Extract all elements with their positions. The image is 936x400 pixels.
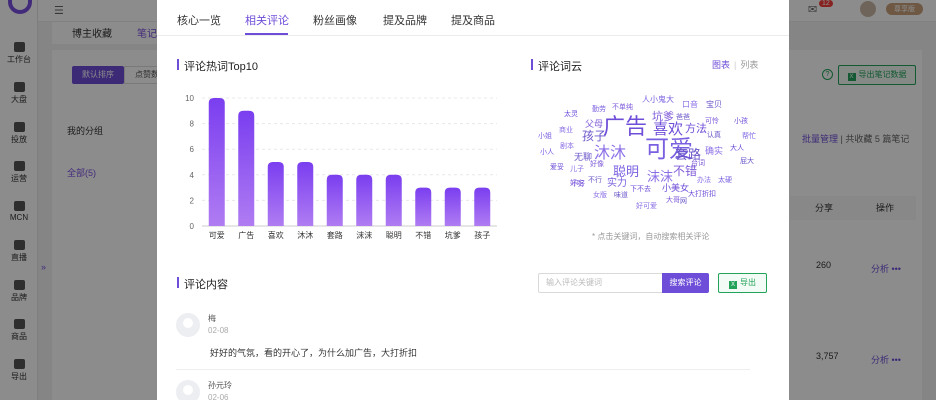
word-cloud-word[interactable]: 可怜 [705,118,719,125]
word-cloud-title: 评论词云 [531,58,582,74]
word-cloud-word[interactable]: 口音 [682,101,698,109]
word-cloud-word[interactable]: 办法 [697,177,711,184]
x-tick-label: 孩子 [474,230,490,240]
x-tick-label: 坑爹 [445,230,461,240]
word-cloud-word[interactable]: 台词 [691,160,705,167]
word-cloud-word[interactable]: 人小鬼大 [642,96,674,104]
word-cloud-word[interactable]: 聪明 [613,165,639,178]
word-cloud-word[interactable]: 沫沫 [647,170,673,183]
view-switch: 图表 | 列表 [712,60,759,70]
bar-喜欢[interactable] [267,162,284,226]
search-comments-button[interactable]: 搜索评论 [662,273,709,293]
bar-不错[interactable] [415,187,432,226]
word-cloud-word[interactable]: 不行 [588,177,602,184]
comment-author: 孙元玲 [208,381,232,390]
word-cloud-word[interactable]: 大哥 [666,197,680,204]
comments-title: 评论内容 [177,276,228,292]
x-tick-label: 广告 [238,230,254,240]
comment-search-input[interactable]: 输入评论关键词 [538,273,663,293]
tab-related-comments[interactable]: 相关评论 [245,12,289,28]
word-cloud-hint: * 点击关键词，自动搜索相关评论 [592,232,710,241]
word-cloud-word[interactable]: 商业 [559,127,573,134]
bar-广告[interactable] [238,110,255,226]
active-tab-indicator [245,33,288,35]
word-cloud-word[interactable]: 不单纯 [612,104,633,111]
tab-fan-profile[interactable]: 粉丝画像 [313,12,357,28]
word-cloud-word[interactable]: 喜欢 [653,122,683,137]
word-cloud-word[interactable]: 孩子 [582,130,606,142]
word-cloud-word[interactable]: 实力 [607,179,627,189]
word-cloud-word[interactable]: 大打折扣 [688,191,716,198]
bar-沫沫[interactable] [356,174,373,226]
x-tick-label: 聪明 [386,230,402,240]
avatar [176,380,200,400]
word-cloud-word[interactable]: 太灵 [564,111,578,118]
x-tick-label: 沫沫 [356,230,372,240]
export-comments-button[interactable]: X 导出 [718,273,767,293]
tab-mentioned-brands[interactable]: 提及品牌 [383,12,427,28]
word-cloud-word[interactable]: 大人 [730,145,744,152]
word-cloud-word[interactable]: 广告 [603,116,647,138]
word-cloud-word[interactable]: 宝贝 [706,101,722,109]
word-cloud: 广告 可爱 沐沐 套路 坑爹 喜欢 聪明 沫沫 孩子 不错 方法 实力 确实 无聊 父母 小美女 人小鬼大 口音宝… [530,86,770,226]
word-cloud-word[interactable]: 小人 [540,149,554,156]
bar-套路[interactable] [326,174,343,226]
word-cloud-word[interactable]: 网 [680,198,687,205]
y-tick-label: 8 [190,120,195,129]
comment-date: 02-06 [208,393,229,400]
y-tick-label: 0 [190,222,195,231]
modal-tabs: 核心一览 相关评论 粉丝画像 提及品牌 提及商品 [157,0,789,36]
hot-words-chart: 0 2 4 6 8 10 可爱 广告 喜欢 沐沐 套路 沫沫 聪明 不错 坑爹 孩子 [185,94,497,240]
x-tick-label: 喜欢 [268,230,284,240]
comment-text: 好好的气氛，看的开心了，为什么加广告，大打折扣 [210,348,418,358]
comment-divider [176,369,750,370]
x-tick-label: 沐沐 [297,230,313,240]
view-list-toggle[interactable]: 列表 [740,60,758,70]
excel-icon: X [729,281,737,289]
word-cloud-word[interactable]: 勤劳 [592,106,606,113]
word-cloud-word[interactable]: 屁大 [740,158,754,165]
y-tick-label: 2 [190,196,195,205]
word-cloud-word[interactable]: 沐沐 [594,146,626,162]
word-cloud-word[interactable]: 下不去 [630,186,651,193]
y-tick-label: 6 [190,145,195,154]
word-cloud-word[interactable]: 太硬 [718,177,732,184]
word-cloud-word[interactable]: 好可爱 [636,203,657,210]
y-tick-label: 4 [190,171,195,180]
view-chart-toggle[interactable]: 图表 [712,60,730,70]
bar-聪明[interactable] [385,174,402,226]
y-tick-label: 10 [185,94,194,103]
tab-mentioned-products[interactable]: 提及商品 [451,12,495,28]
word-cloud-word[interactable]: 爱妥 [550,164,564,171]
hot-words-title: 评论热词Top10 [177,58,258,74]
word-cloud-word[interactable]: 爸爸 [676,114,690,121]
word-cloud-word[interactable]: 确实 [705,147,723,156]
x-tick-label: 不错 [415,230,431,240]
word-cloud-word[interactable]: 儿子 [570,166,584,173]
avatar [176,313,200,337]
bar-可爱[interactable] [208,98,225,226]
word-cloud-word[interactable]: 好吃 [570,180,584,187]
word-cloud-word[interactable]: 小孩 [734,118,748,125]
word-cloud-word[interactable]: 味道 [614,192,628,199]
word-cloud-word[interactable]: 女版 [593,192,607,199]
word-cloud-word[interactable]: 小美女 [662,184,689,193]
x-tick-label: 可爱 [209,231,225,240]
word-cloud-word[interactable]: 好像 [590,161,604,168]
comment-item: 孙元玲 02-06 [176,380,776,400]
word-cloud-word[interactable]: 方法 [685,124,707,135]
word-cloud-word[interactable]: 小姐 [538,133,552,140]
word-cloud-word[interactable]: 认真 [707,132,721,139]
x-tick-label: 套路 [327,230,343,240]
word-cloud-word[interactable]: 帮忙 [742,133,756,140]
comment-item: 梅 02-08 好好的气氛，看的开心了，为什么加广告，大打折扣 [176,313,776,363]
bar-孩子[interactable] [474,187,491,226]
bar-坑爹[interactable] [444,187,461,226]
bar-沐沐[interactable] [297,162,314,226]
tab-core-overview[interactable]: 核心一览 [177,12,221,28]
comment-date: 02-08 [208,326,229,335]
word-cloud-word[interactable]: 剧本 [560,143,574,150]
comment-author: 梅 [208,314,216,323]
word-cloud-word[interactable]: 父母 [585,120,603,129]
